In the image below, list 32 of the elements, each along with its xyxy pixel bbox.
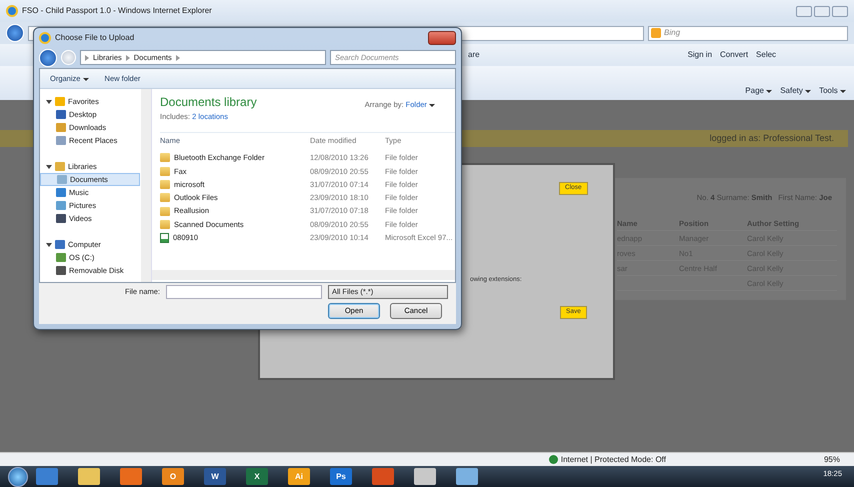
security-zone: Internet | Protected Mode: Off bbox=[560, 454, 666, 466]
minimize-button[interactable] bbox=[796, 6, 812, 16]
menu-button[interactable]: Page bbox=[745, 85, 772, 97]
globe-icon bbox=[548, 455, 558, 464]
forward-button[interactable] bbox=[61, 50, 76, 66]
menu-button[interactable]: Safety bbox=[780, 85, 812, 97]
close-button[interactable] bbox=[428, 30, 456, 45]
toolbar-button[interactable]: Sign in bbox=[688, 49, 712, 61]
library-title: Documents library bbox=[160, 94, 257, 112]
dialog-title: Choose File to Upload bbox=[55, 32, 134, 44]
zoom-level[interactable]: 95% bbox=[824, 454, 840, 466]
taskbar-app[interactable]: Ps bbox=[330, 468, 352, 485]
file-name-field[interactable] bbox=[166, 285, 322, 300]
window-title: FSO - Child Passport 1.0 - Windows Internet Explorer bbox=[22, 5, 212, 17]
restore-button[interactable] bbox=[814, 6, 830, 16]
start-button[interactable] bbox=[8, 466, 28, 486]
menu-button[interactable]: Tools bbox=[819, 85, 846, 97]
toolbar-button[interactable]: Selec bbox=[756, 49, 776, 61]
taskbar-app[interactable]: X bbox=[246, 468, 268, 485]
scrollbar[interactable] bbox=[152, 270, 455, 280]
back-button[interactable] bbox=[6, 24, 24, 42]
back-button[interactable] bbox=[39, 48, 57, 67]
browser-icon bbox=[39, 32, 51, 44]
search-provider-icon bbox=[651, 28, 661, 38]
browser-icon bbox=[6, 5, 18, 17]
toolbar-button[interactable]: Convert bbox=[720, 49, 748, 61]
taskbar-app[interactable]: W bbox=[204, 468, 226, 485]
scrollbar[interactable] bbox=[141, 89, 151, 282]
login-text: logged in as: Professional Test. bbox=[710, 132, 834, 145]
search-field[interactable]: Bing bbox=[648, 26, 848, 40]
spreadsheet-icon bbox=[160, 232, 169, 243]
toolbar-text: are bbox=[468, 49, 480, 61]
